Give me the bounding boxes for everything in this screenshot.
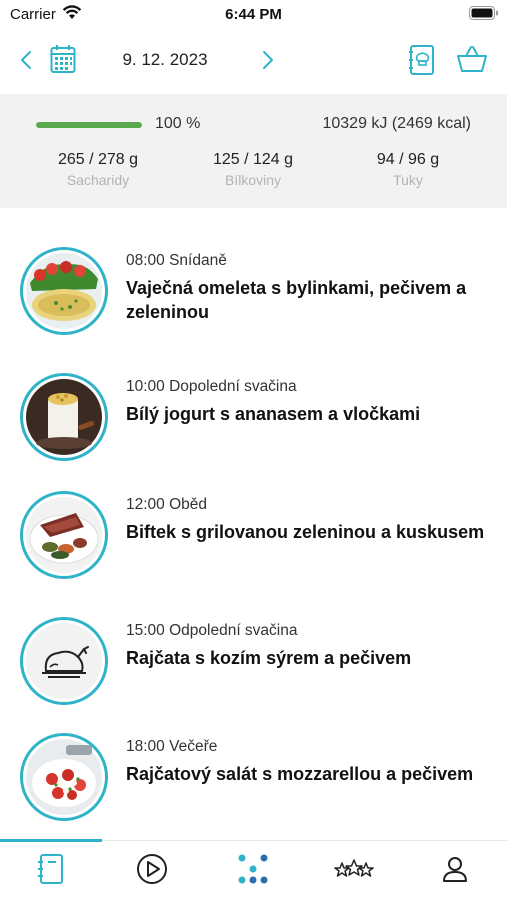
meal-title: Bílý jogurt s ananasem a vločkami [126,404,421,424]
tab-favorites[interactable] [303,841,404,900]
meal-item-lunch[interactable]: 12:00 Oběd Biftek s grilovanou zeleninou… [0,491,507,591]
meal-time-label: 12:00 Oběd [126,496,208,513]
tab-videos[interactable] [101,841,202,900]
macro-label: Bílkoviny [224,172,282,188]
meal-time-label: 18:00 Večeře [126,738,218,755]
calendar-icon[interactable] [50,44,80,76]
tab-profile[interactable] [404,841,505,900]
meal-time-label: 08:00 Snídaně [126,252,227,269]
meal-time-label: 10:00 Dopolední svačina [126,378,297,395]
recipe-book-icon[interactable] [408,44,438,76]
current-date[interactable]: 9. 12. 2023 [80,50,250,70]
play-icon [136,853,168,890]
progress-percent: 100 % [155,115,201,132]
meal-item-dinner[interactable]: 18:00 Večeře Rajčatový salát s mozzarell… [0,733,507,833]
dots-icon [237,853,269,890]
macro-value: 94 / 96 g [376,151,440,168]
meal-item-breakfast[interactable]: 08:00 Snídaně Vaječná omeleta s bylinkam… [0,247,507,347]
tab-menu[interactable] [0,841,101,900]
battery-icon [469,6,499,25]
tab-overview[interactable] [202,841,303,900]
macro-label: Tuky [393,172,423,188]
macro-value: 125 / 124 g [212,151,294,168]
energy-total: 10329 kJ (2469 kcal) [322,115,471,132]
salad-photo [20,733,108,821]
date-navigation: 9. 12. 2023 [0,38,507,82]
omelette-photo [20,247,108,335]
stars-icon [333,857,374,886]
previous-day-chevron-icon[interactable] [14,48,38,72]
roast-chicken-placeholder-icon [20,617,108,705]
meal-item-morning-snack[interactable]: 10:00 Dopolední svačina Bílý jogurt s an… [0,373,507,473]
yogurt-photo [20,373,108,461]
steak-photo [20,491,108,579]
menu-book-icon [37,853,65,890]
macro-label: Sacharidy [66,172,130,188]
meal-item-afternoon-snack[interactable]: 15:00 Odpolední svačina Rajčata s kozím … [0,617,507,717]
meal-title: Rajčatový salát s mozzarellou a pečivem [126,764,474,784]
daily-nutrition-summary: 100 % 10329 kJ (2469 kcal) 265 / 278 g S… [0,94,507,208]
bottom-tab-bar [0,839,507,900]
profile-icon [442,855,468,888]
next-day-chevron-icon[interactable] [256,48,280,72]
macro-fats: 94 / 96 g Tuky [338,151,478,188]
meal-time-label: 15:00 Odpolední svačina [126,622,298,639]
shopping-basket-icon[interactable] [456,44,490,76]
daily-progress-bar [36,122,142,128]
meal-title: Rajčata s kozím sýrem a pečivem [126,648,412,668]
meal-title: Vaječná omeleta s bylinkami, pečivem a z… [126,278,467,322]
status-bar: Carrier 6:44 PM [0,0,507,30]
clock: 6:44 PM [225,6,282,23]
meal-title: Biftek s grilovanou zeleninou a kuskusem [126,522,485,542]
macro-carbohydrates: 265 / 278 g Sacharidy [28,151,168,188]
macro-value: 265 / 278 g [57,151,139,168]
daily-progress-fill [36,122,142,128]
macro-proteins: 125 / 124 g Bílkoviny [183,151,323,188]
